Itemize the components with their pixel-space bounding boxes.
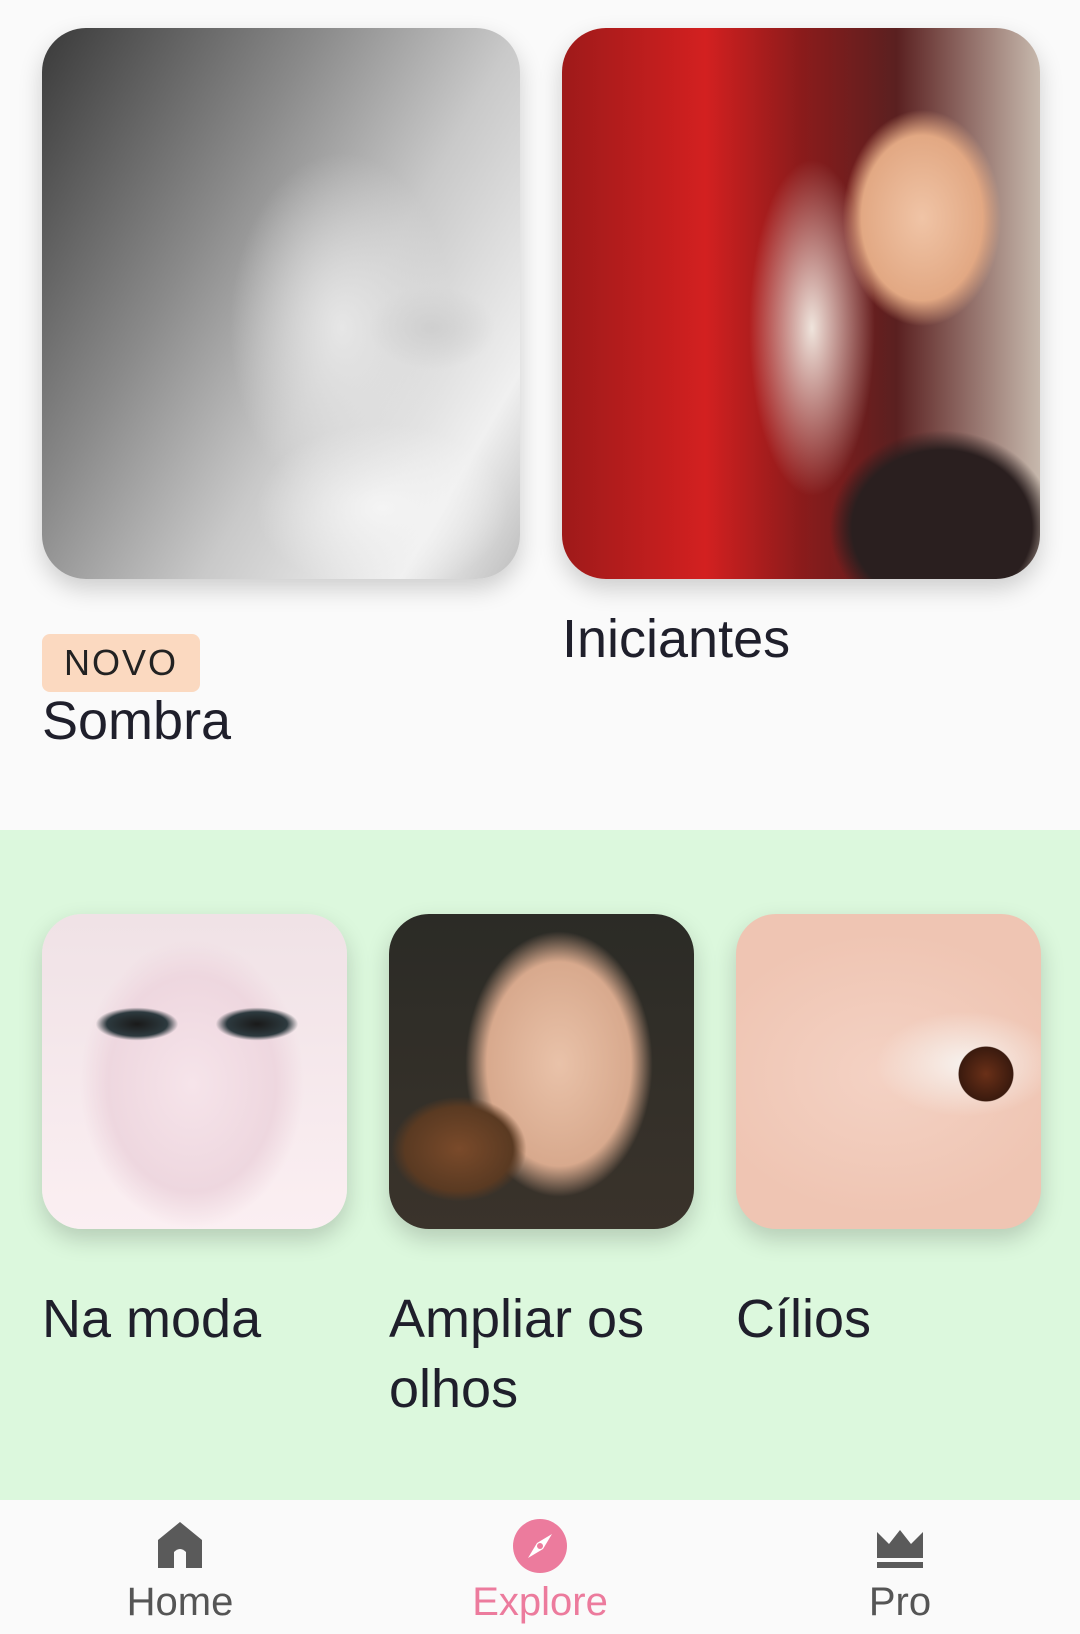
crown-icon xyxy=(877,1530,923,1568)
sombra-card-image[interactable] xyxy=(42,28,520,579)
ampliar-os-olhos-label[interactable]: Ampliar os olhos xyxy=(389,1284,709,1424)
ampliar-os-olhos-card-image[interactable] xyxy=(389,914,694,1229)
na-moda-card-image[interactable] xyxy=(42,914,347,1229)
nav-pro[interactable]: Pro xyxy=(800,1500,1000,1634)
cilios-card-image[interactable] xyxy=(736,914,1041,1229)
nav-pro-label: Pro xyxy=(868,1580,932,1624)
new-badge: NOVO xyxy=(42,634,201,692)
nav-home[interactable]: Home xyxy=(80,1500,280,1634)
featured-section: NOVO Sombra Iniciantes xyxy=(0,0,1080,830)
iniciantes-card-image[interactable] xyxy=(562,28,1040,579)
cilios-label[interactable]: Cílios xyxy=(736,1284,1036,1354)
bottom-navigation: Home Explore Pro xyxy=(0,1500,1080,1634)
sombra-label[interactable]: Sombra xyxy=(42,686,231,756)
iniciantes-label[interactable]: Iniciantes xyxy=(562,604,790,674)
home-icon xyxy=(158,1522,202,1568)
nav-explore[interactable]: Explore xyxy=(440,1500,640,1634)
nav-explore-label: Explore xyxy=(472,1580,608,1624)
nav-home-label: Home xyxy=(126,1580,234,1624)
na-moda-label[interactable]: Na moda xyxy=(42,1284,342,1354)
compass-icon xyxy=(513,1519,567,1573)
